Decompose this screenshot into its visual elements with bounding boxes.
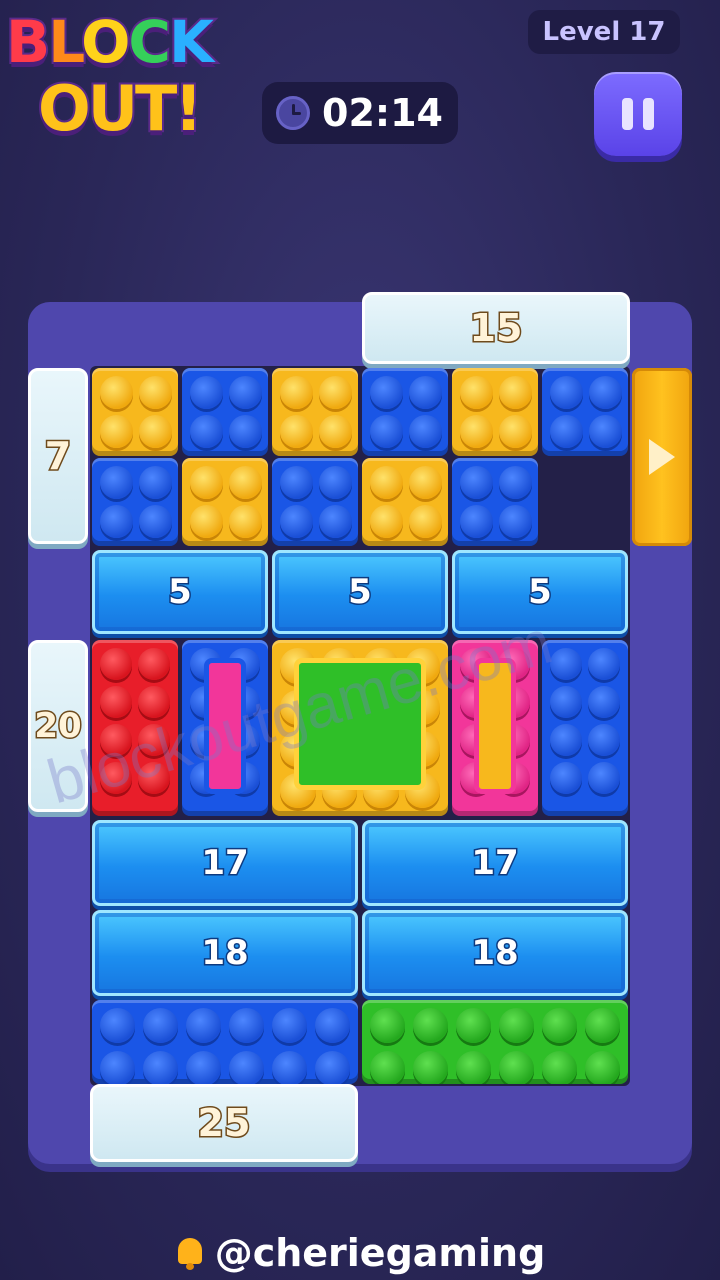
lego-block-yellow[interactable]	[362, 458, 448, 546]
lego-block-yellow-framed[interactable]	[272, 640, 448, 816]
snow-block-left-top[interactable]: 7	[28, 368, 88, 544]
lego-block-blue[interactable]	[362, 368, 448, 456]
ice-counter: 18	[200, 932, 250, 975]
ice-counter: 18	[470, 932, 520, 975]
ice-counter: 5	[167, 571, 194, 614]
lego-block-blue-long[interactable]	[92, 1000, 358, 1084]
lego-block-yellow[interactable]	[452, 368, 538, 456]
creator-handle: @cheriegaming	[0, 1226, 720, 1280]
lego-block-blue[interactable]	[272, 458, 358, 546]
inner-yellow-window	[474, 658, 516, 794]
snow-counter: 7	[43, 433, 73, 480]
bell-icon	[175, 1236, 205, 1270]
snow-counter: 20	[33, 705, 83, 748]
snow-block-top[interactable]: 15	[362, 292, 630, 364]
ice-block[interactable]: 17	[92, 820, 358, 906]
exit-gate	[632, 368, 692, 546]
timer-value: 02:14	[322, 91, 443, 135]
ice-counter: 17	[200, 842, 250, 885]
lego-block-blue[interactable]	[542, 368, 628, 456]
inner-pink-window	[204, 658, 246, 794]
ice-block[interactable]: 5	[452, 550, 628, 634]
logo-line-1: BLOCK	[4, 6, 216, 78]
lego-block-blue[interactable]	[92, 458, 178, 546]
lego-block-yellow[interactable]	[182, 458, 268, 546]
pause-button[interactable]	[594, 72, 682, 156]
lego-block-pink-framed[interactable]	[452, 640, 538, 816]
ice-counter: 5	[527, 571, 554, 614]
level-indicator: Level 17	[528, 10, 680, 54]
inner-green-window	[294, 658, 426, 790]
clock-icon	[276, 96, 310, 130]
ice-block[interactable]: 5	[92, 550, 268, 634]
lego-block-blue[interactable]	[452, 458, 538, 546]
ice-block[interactable]: 18	[92, 910, 358, 996]
lego-block-blue-framed[interactable]	[182, 640, 268, 816]
lego-block-yellow[interactable]	[92, 368, 178, 456]
lego-block-blue[interactable]	[182, 368, 268, 456]
snow-counter: 25	[196, 1100, 252, 1147]
game-screen: BLOCK OUT! Level 17 02:14 15 7 20 25 5 5…	[0, 0, 720, 1280]
lego-block-blue[interactable]	[542, 640, 628, 816]
ice-counter: 17	[470, 842, 520, 885]
pause-icon	[622, 98, 633, 130]
lego-block-red[interactable]	[92, 640, 178, 816]
snow-block-left-mid[interactable]: 20	[28, 640, 88, 812]
snow-counter: 15	[468, 305, 524, 352]
play-arrow-icon	[649, 439, 675, 475]
snow-block-bottom[interactable]: 25	[90, 1084, 358, 1162]
handle-text: @cheriegaming	[214, 1231, 546, 1275]
game-logo: BLOCK OUT!	[0, 0, 262, 152]
lego-block-yellow[interactable]	[272, 368, 358, 456]
timer: 02:14	[262, 82, 458, 144]
lego-block-green-long[interactable]	[362, 1000, 628, 1084]
ice-block[interactable]: 17	[362, 820, 628, 906]
ice-block[interactable]: 5	[272, 550, 448, 634]
ice-block[interactable]: 18	[362, 910, 628, 996]
logo-line-2: OUT!	[36, 70, 205, 147]
pause-icon-bar	[643, 98, 654, 130]
ice-counter: 5	[347, 571, 374, 614]
